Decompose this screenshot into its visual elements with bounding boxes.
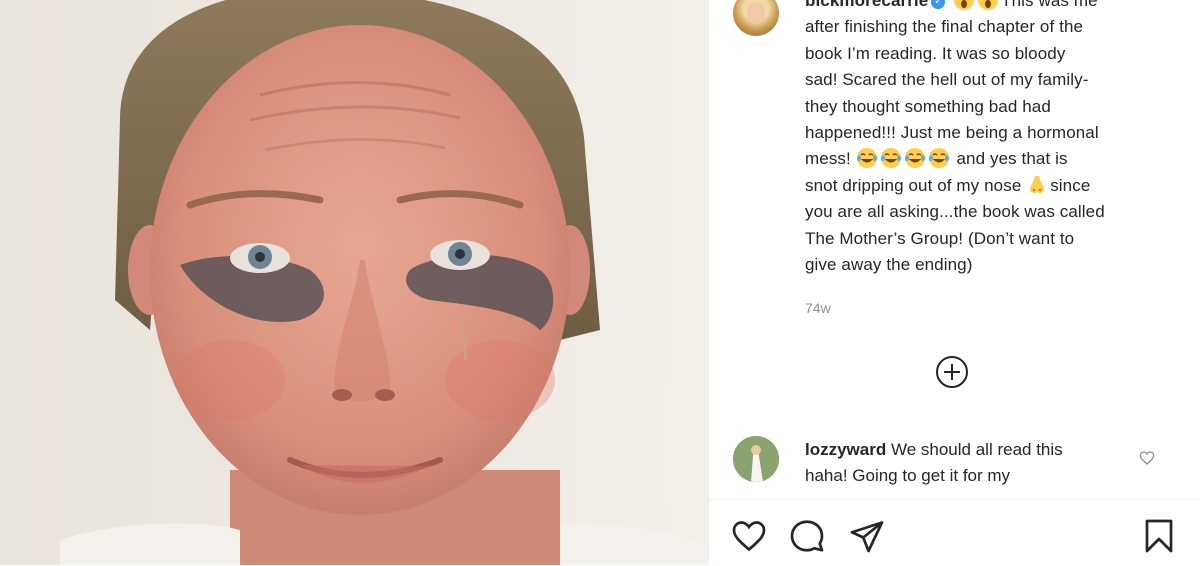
paper-plane-icon [850,521,884,553]
nose-emoji-icon [1030,175,1045,193]
poster-avatar[interactable] [733,0,779,36]
caption-line: This was me [1001,0,1098,10]
avatar-face [747,2,765,24]
share-button[interactable] [849,518,885,554]
comment-text: We should all read this [890,440,1063,459]
crying-woman-photo [0,0,708,565]
poster-username[interactable]: bickmorecarrie [805,0,928,10]
load-more-comments-button[interactable] [935,355,969,389]
plus-circle-icon [936,356,968,388]
bookmark-icon [1145,519,1173,553]
comment-text: haha! Going to get it for my [805,466,1011,486]
scream-emoji-icon [954,0,975,10]
comment-like-button[interactable] [1139,450,1155,466]
like-button[interactable] [731,518,767,554]
post-action-bar [709,499,1200,566]
joy-emoji-icon [904,148,925,169]
caption-line: snot dripping out of my nose [805,175,1022,195]
verified-badge-icon: ✓ [931,0,946,9]
caption-line: and yes that is [951,149,1068,169]
caption-line: give away the ending) [805,255,973,275]
comment-bubble-icon [790,520,824,552]
caption-line: mess! [805,149,851,169]
comment-button[interactable] [789,518,825,554]
small-heart-icon [1139,451,1155,465]
post-timestamp[interactable]: 74w [805,300,831,316]
caption-line: since [1050,175,1091,195]
joy-emoji-icon [880,148,901,169]
caption-line: you are all asking...the book was called [805,202,1105,222]
avatar-image [733,436,779,482]
post-photo[interactable] [0,0,708,565]
caption-line: sad! Scared the hell out of my family- [805,70,1089,90]
joy-emoji-icon [928,148,949,169]
save-button[interactable] [1141,518,1177,554]
commenter-avatar[interactable] [733,436,779,482]
post-details-panel: bickmorecarrie ✓ This was me after finish… [708,0,1200,566]
caption-line: happened!!! Just me being a hormonal [805,123,1099,143]
comment-item: lozzyward We should all read this haha! … [805,437,1135,490]
heart-icon [732,521,766,552]
caption-line: The Mother’s Group! (Don’t want to [805,228,1075,248]
caption-line: they thought something bad had [805,96,1051,116]
scream-emoji-icon [978,0,999,10]
commenter-username[interactable]: lozzyward [805,440,886,459]
caption-line: book I’m reading. It was so bloody [805,43,1066,63]
joy-emoji-icon [856,148,877,169]
caption-line: after finishing the final chapter of the [805,17,1084,37]
post-caption: bickmorecarrie ✓ This was me after finish… [805,0,1175,278]
